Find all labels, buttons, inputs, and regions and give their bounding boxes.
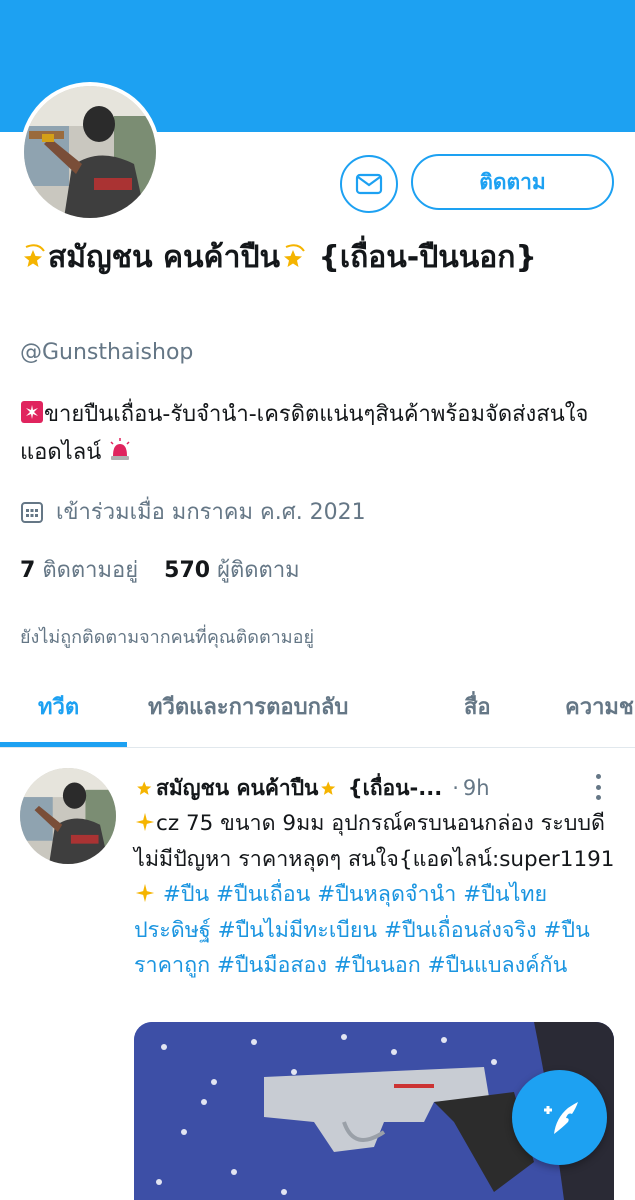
tab-tweets-and-replies[interactable]: ทวีตและการตอบกลับ [148,680,348,748]
siren-icon [110,438,130,460]
display-name-text: สมัญชน คนค้าปืน [48,240,281,275]
follow-counts: 7 ติดตามอยู่ 570 ผู้ติดตาม [20,552,300,587]
hashtag[interactable]: #ปืนไม่มีทะเบียน [218,918,378,943]
following-label: ติดตามอยู่ [42,558,139,583]
dizzy-star-icon [137,781,152,795]
tweet-author-avatar[interactable] [20,768,116,864]
tweet-author-suffix: {เถื่อน-... [347,775,443,800]
envelope-icon [355,173,383,195]
compose-tweet-icon [543,1101,578,1134]
joined-text: เข้าร่วมเมื่อ มกราคม ค.ศ. 2021 [56,500,366,525]
tweet-author-name-text: สมัญชน คนค้าปืน [156,775,319,800]
hashtag[interactable]: #ปืนแบลงค์กัน [428,953,568,978]
tweet-time[interactable]: 9h [463,776,490,800]
calendar-icon [21,501,43,523]
tab-likes[interactable]: ความช [565,680,634,748]
active-tab-indicator [0,742,127,747]
not-followed-note: ยังไม่ถูกติดตามจากคนที่คุณติดตามอยู่ [20,627,314,648]
sparkles-icon [135,812,155,832]
tweet-header: สมัญชน คนค้าปืน {เถื่อน-... · 9h [134,768,614,808]
profile-bio: ขายปืนเถื่อน-รับจำนำ-เครดิตแน่นๆสินค้าพร… [20,396,620,472]
siren-icon [21,401,43,423]
display-name-suffix: {เถื่อน-ปืนนอก} [318,240,537,275]
tweet-body: cz 75 ขนาด 9มม อุปกรณ์ครบนอนกล่อง ระบบดี… [134,811,615,872]
hashtag[interactable]: #ปืนมือสอง [217,953,327,978]
tab-tweets[interactable]: ทวีต [38,680,79,748]
hashtag[interactable]: #ปืนนอก [334,953,421,978]
following-link[interactable]: 7 ติดตามอยู่ [20,552,138,587]
hashtag[interactable]: #ปืน [163,882,209,907]
display-name: สมัญชน คนค้าปืน {เถื่อน-ปืนนอก} [20,230,615,286]
tab-media[interactable]: สื่อ [464,680,491,748]
tweet-separator: · [452,776,459,800]
following-count: 7 [20,558,36,583]
profile-handle: @Gunsthaishop [20,340,194,365]
hashtag[interactable]: #ปืนเถื่อน [216,882,310,907]
sparkles-icon [135,883,155,903]
tweet-author-name[interactable]: สมัญชน คนค้าปืน {เถื่อน-... [134,772,442,805]
tweet-text: cz 75 ขนาด 9มม อุปกรณ์ครบนอนกล่อง ระบบดี… [134,806,619,984]
compose-tweet-button[interactable] [512,1070,607,1165]
hashtag[interactable]: #ปืนเถื่อนส่งจริง [384,918,537,943]
follow-button[interactable]: ติดตาม [411,154,614,210]
joined-date: เข้าร่วมเมื่อ มกราคม ค.ศ. 2021 [20,494,366,529]
followers-count: 570 [164,558,211,583]
dizzy-star-icon [24,244,45,267]
followers-label: ผู้ติดตาม [217,558,300,583]
followers-link[interactable]: 570 ผู้ติดตาม [164,552,300,587]
hashtag[interactable]: #ปืนหลุดจำนำ [317,882,456,907]
message-button[interactable] [340,155,398,213]
profile-tabs: ทวีต ทวีตและการตอบกลับ สื่อ ความช [0,680,635,748]
more-options-icon[interactable] [588,774,608,800]
dizzy-star-icon [321,781,336,795]
bio-text: ขายปืนเถื่อน-รับจำนำ-เครดิตแน่นๆสินค้าพร… [20,402,589,465]
profile-avatar[interactable] [20,82,160,222]
dizzy-star-icon [284,244,305,267]
